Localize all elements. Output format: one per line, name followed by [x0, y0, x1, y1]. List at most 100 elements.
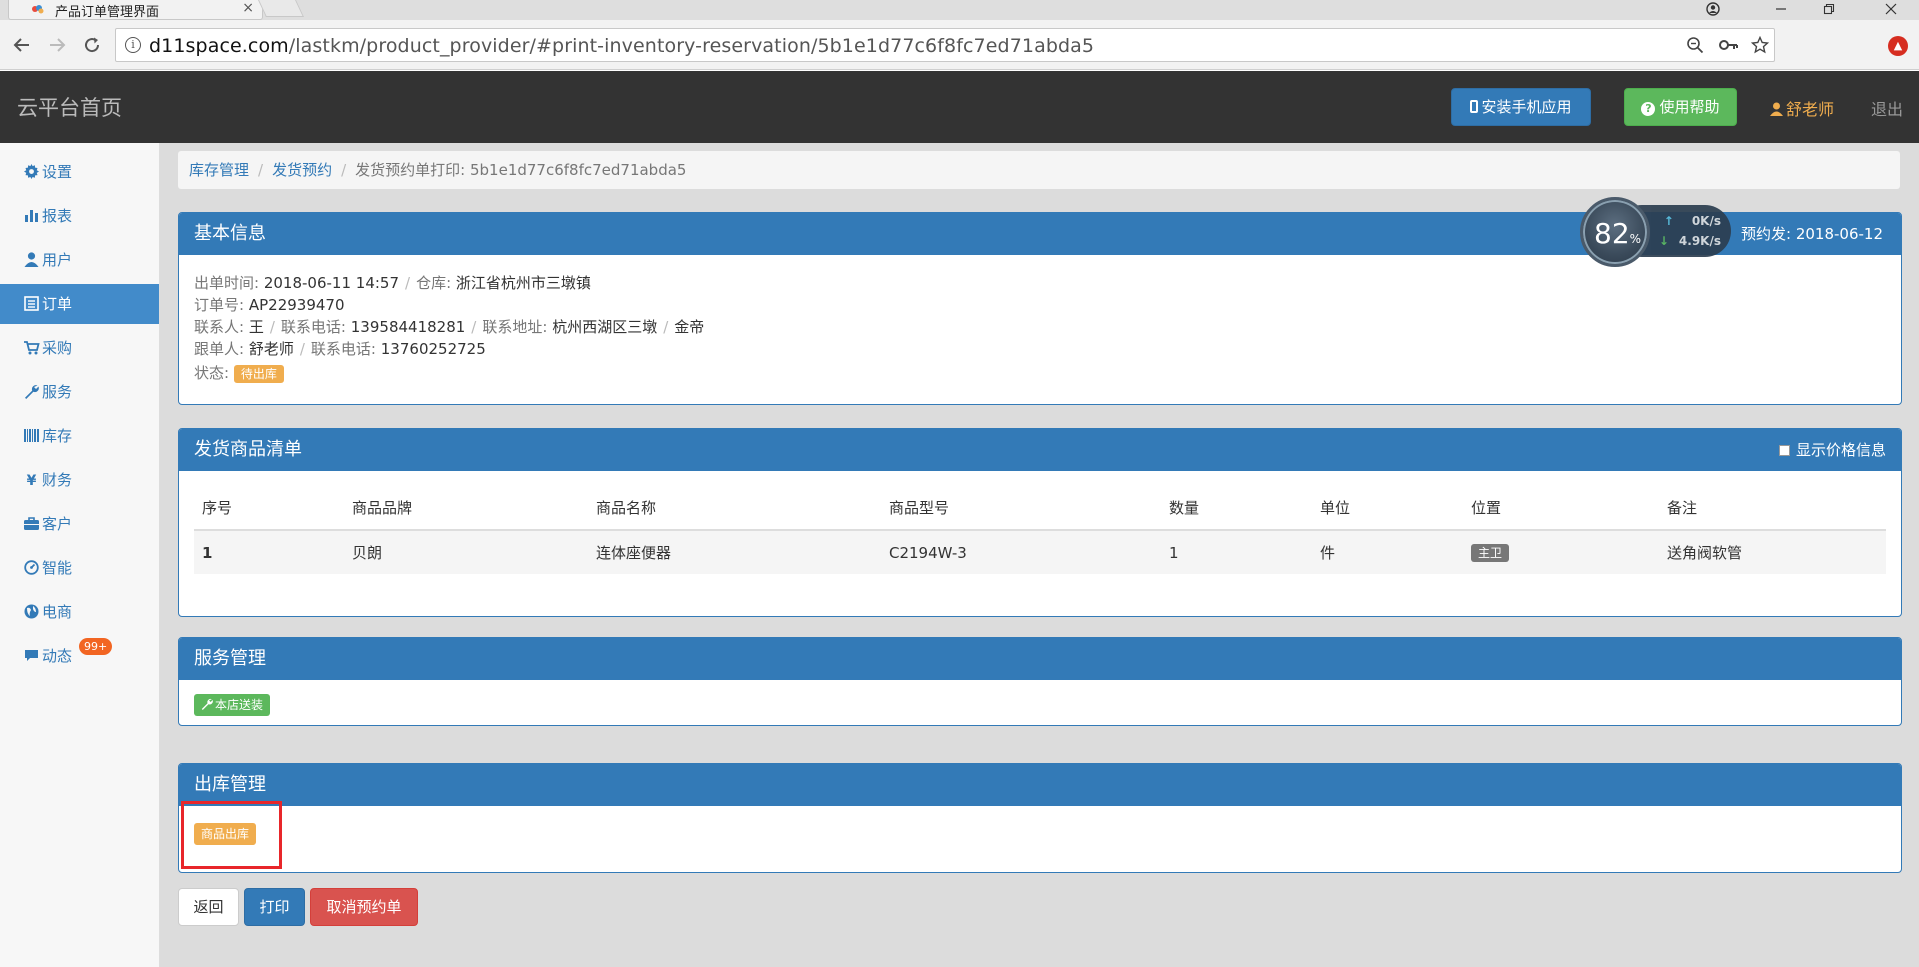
sidebar-item-inventory[interactable]: 库存	[0, 416, 159, 456]
contact-address: 杭州西湖区三墩	[552, 318, 658, 336]
user-menu-link[interactable]: 舒老师	[1770, 96, 1834, 120]
cell-name: 连体座便器	[588, 530, 881, 574]
location-badge: 主卫	[1471, 544, 1510, 562]
service-panel: 服务管理 本店送装	[178, 637, 1902, 726]
basic-info-body: 出单时间: 2018-06-11 14:57/仓库: 浙江省杭州市三墩镇 订单号…	[179, 255, 1901, 399]
address-bar[interactable]: i d11space.com/lastkm/product_provider/#…	[115, 28, 1775, 62]
question-icon: ?	[1641, 102, 1656, 116]
goods-list-body: 序号 商品品牌 商品名称 商品型号 数量 单位 位置 备注 1 贝朗 连体座便器	[179, 471, 1901, 589]
list-icon	[24, 296, 39, 311]
close-window-icon[interactable]	[1868, 0, 1914, 20]
browser-tab-bar: 产品订单管理界面 ×	[0, 0, 1919, 20]
sidebar-item-reports[interactable]: 报表	[0, 196, 159, 236]
cell-unit: 件	[1312, 530, 1463, 574]
minimize-icon[interactable]	[1758, 0, 1804, 20]
download-speed: ↓ 4.9K/s	[1658, 234, 1721, 248]
address-extra: 金帝	[674, 318, 705, 336]
breadcrumb-reservation-link[interactable]: 发货预约	[272, 161, 332, 179]
bookmark-star-icon[interactable]	[1750, 35, 1770, 59]
store-install-tag[interactable]: 本店送装	[194, 694, 271, 716]
breadcrumb-inventory-link[interactable]: 库存管理	[189, 161, 249, 179]
info-line-follower: 跟单人: 舒老师 / 联系电话: 13760252725	[194, 340, 486, 358]
brand-home-link[interactable]: 云平台首页	[17, 92, 122, 122]
memory-usage-circle: 82%	[1580, 197, 1650, 267]
logout-link[interactable]: 退出	[1871, 96, 1903, 120]
restore-icon[interactable]	[1806, 0, 1852, 20]
app-navbar: 云平台首页 安装手机应用 ? 使用帮助 舒老师 退出	[0, 71, 1919, 143]
network-speed-widget[interactable]: ↑ 0K/s ↓ 4.9K/s 82%	[1580, 197, 1886, 267]
contact-phone: 139584418281	[350, 318, 466, 336]
back-arrow-icon[interactable]	[9, 32, 35, 58]
reload-icon[interactable]	[79, 32, 105, 58]
sidebar-item-purchase[interactable]: 采购	[0, 328, 159, 368]
cell-model: C2194W-3	[881, 530, 1161, 574]
app-favicon-icon	[32, 5, 44, 14]
wrench-icon	[25, 385, 39, 399]
back-button[interactable]: 返回	[178, 888, 239, 926]
sidebar-item-orders[interactable]: 订单	[0, 284, 159, 324]
info-line-status: 状态: 待出库	[194, 362, 1886, 384]
print-button[interactable]: 打印	[244, 888, 305, 926]
warehouse: 浙江省杭州市三墩镇	[455, 274, 591, 292]
info-line-contact: 联系人: 王 / 联系电话: 139584418281/联系地址: 杭州西湖区三墩 /…	[194, 318, 705, 336]
breadcrumb-current: 发货预约单打印: 5b1e1d77c6f8fc7ed71abda5	[355, 161, 687, 179]
help-button[interactable]: ? 使用帮助	[1624, 88, 1737, 126]
tab-close-icon[interactable]: ×	[242, 0, 254, 16]
sidebar-item-settings[interactable]: 设置	[0, 152, 159, 192]
profile-icon[interactable]	[1690, 0, 1736, 20]
sidebar-item-finance[interactable]: ¥ 财务	[0, 460, 159, 500]
mobile-phone-icon	[1470, 100, 1479, 113]
cell-qty: 1	[1161, 530, 1312, 574]
out-time: 2018-06-11 14:57	[263, 274, 400, 292]
outbound-panel: 出库管理 商品出库	[178, 763, 1902, 873]
show-price-checkbox[interactable]	[1778, 445, 1790, 456]
col-header-qty: 数量	[1161, 486, 1312, 531]
upload-speed: ↑ 0K/s	[1663, 214, 1721, 228]
follower-phone: 13760252725	[380, 340, 486, 358]
barcode-icon	[24, 429, 39, 442]
browser-toolbar: i d11space.com/lastkm/product_provider/#…	[0, 20, 1919, 70]
browser-tab[interactable]: 产品订单管理界面 ×	[8, 0, 263, 20]
install-app-button[interactable]: 安装手机应用	[1451, 88, 1591, 126]
sidebar-item-activity[interactable]: 动态 99+	[0, 636, 159, 676]
outbound-heading: 出库管理	[179, 764, 1901, 806]
comment-icon	[25, 650, 38, 661]
user-icon	[24, 252, 39, 267]
cart-icon	[24, 341, 40, 355]
goods-list-panel: 发货商品清单 显示价格信息 序号 商品品牌 商品名称 商品型号 数量 单位 位置…	[178, 428, 1902, 617]
table-row: 1 贝朗 连体座便器 C2194W-3 1 件 主卫 送角阀软管	[194, 530, 1886, 574]
info-line-time: 出单时间: 2018-06-11 14:57/仓库: 浙江省杭州市三墩镇	[194, 274, 591, 292]
col-header-unit: 单位	[1312, 486, 1463, 531]
show-price-toggle[interactable]: 显示价格信息	[1778, 429, 1886, 471]
forward-arrow-icon[interactable]	[44, 32, 70, 58]
cell-no: 1	[194, 530, 344, 574]
yen-icon: ¥	[26, 473, 37, 489]
briefcase-icon	[24, 517, 39, 530]
sidebar-item-service[interactable]: 服务	[0, 372, 159, 412]
sidebar-item-ecommerce[interactable]: 电商	[0, 592, 159, 632]
cell-remark: 送角阀软管	[1659, 530, 1886, 574]
dashboard-icon	[24, 560, 39, 575]
contact-name: 王	[248, 318, 264, 336]
cancel-reservation-button[interactable]: 取消预约单	[310, 888, 418, 926]
goods-table: 序号 商品品牌 商品名称 商品型号 数量 单位 位置 备注 1 贝朗 连体座便器	[194, 486, 1886, 574]
highlight-annotation-box	[181, 801, 282, 869]
col-header-no: 序号	[194, 486, 344, 531]
extension-icon[interactable]: ▲	[1888, 36, 1908, 56]
col-header-location: 位置	[1463, 486, 1659, 531]
activity-count-badge: 99+	[79, 638, 113, 655]
key-icon[interactable]	[1719, 36, 1739, 59]
new-tab-button[interactable]	[258, 0, 304, 17]
breadcrumb: 库存管理 / 发货预约 / 发货预约单打印: 5b1e1d77c6f8fc7ed71ab…	[178, 151, 1900, 189]
url-text[interactable]: d11space.com/lastkm/product_provider/#pr…	[149, 35, 1094, 57]
sidebar-item-smart[interactable]: 智能	[0, 548, 159, 588]
sidebar-item-customers[interactable]: 客户	[0, 504, 159, 544]
tab-title: 产品订单管理界面	[55, 5, 160, 20]
info-line-order: 订单号: AP22939470	[194, 296, 345, 314]
follower-name: 舒老师	[248, 340, 294, 358]
site-info-icon[interactable]: i	[125, 37, 141, 53]
table-header-row: 序号 商品品牌 商品名称 商品型号 数量 单位 位置 备注	[194, 486, 1886, 531]
zoom-icon[interactable]	[1686, 36, 1704, 59]
user-icon	[1770, 102, 1783, 116]
sidebar-item-users[interactable]: 用户	[0, 240, 159, 280]
